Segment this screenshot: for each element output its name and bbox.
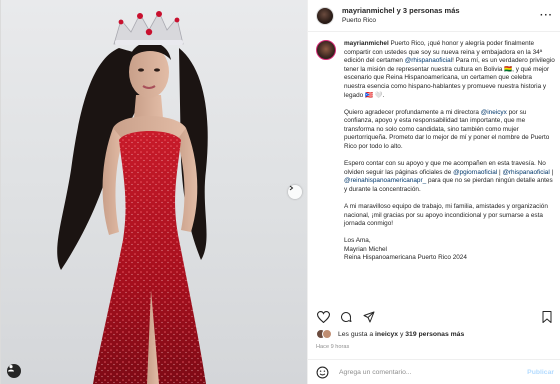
- likes-user[interactable]: ineicyx: [375, 331, 398, 338]
- caption-avatar[interactable]: [316, 40, 336, 60]
- caption-text: mayrianmichel Puerto Rico, ¡qué honor y …: [344, 40, 555, 322]
- chevron-right-icon: [289, 185, 294, 191]
- likes-count[interactable]: 319 personas más: [405, 331, 464, 338]
- mention-link[interactable]: @pgiornaoficial: [453, 169, 497, 176]
- post-photo[interactable]: [1, 0, 307, 384]
- caption-paragraph-4: A mi maravilloso equipo de trabajo, mi f…: [344, 203, 548, 228]
- post-location[interactable]: Puerto Rico: [342, 16, 460, 26]
- caption-username[interactable]: mayrianmichel: [344, 40, 389, 47]
- user-tag-icon: [8, 365, 14, 372]
- avatar[interactable]: [316, 6, 334, 25]
- tagged-users-button[interactable]: [7, 364, 21, 378]
- carousel-next-button[interactable]: [288, 185, 302, 199]
- caption-signature-3: Reina Hispanoamericana Puerto Rico 2024: [344, 254, 467, 262]
- mention-link[interactable]: @rhispanaoficial: [502, 169, 549, 176]
- post-authors[interactable]: mayrianmichel y 3 personas más: [342, 6, 460, 16]
- caption-paragraph-2: Quiero agradecer profundamente a mi dire…: [344, 108, 481, 116]
- post-header: mayrianmichel y 3 personas más Puerto Ri…: [308, 0, 560, 32]
- publish-button[interactable]: Publicar: [527, 369, 554, 376]
- mention-link[interactable]: @rhispanaoficial: [405, 57, 452, 64]
- comment-icon[interactable]: [339, 310, 353, 324]
- likes-summary[interactable]: Les gusta a ineicyx y 319 personas más: [316, 329, 464, 339]
- post-caption: mayrianmichel Puerto Rico, ¡qué honor y …: [316, 40, 555, 322]
- liker-avatar: [322, 329, 332, 339]
- likes-prefix: Les gusta a: [338, 330, 376, 338]
- bookmark-icon[interactable]: [540, 310, 554, 324]
- post-actions: [308, 307, 560, 327]
- mention-link[interactable]: @reinahispanoamericanapr_: [344, 177, 426, 184]
- caption-signature-2: Mayrian Michel: [344, 245, 387, 253]
- comment-input[interactable]: Agrega un comentario...: [339, 369, 412, 376]
- comment-bar: Agrega un comentario... Publicar: [308, 359, 560, 384]
- post-header-text: mayrianmichel y 3 personas más Puerto Ri…: [342, 6, 460, 26]
- more-options-icon[interactable]: ···: [540, 10, 553, 21]
- likes-text: Les gusta a ineicyx y 319 personas más: [338, 331, 464, 338]
- instagram-post-modal: mayrianmichel y 3 personas más Puerto Ri…: [0, 0, 560, 384]
- photo-illustration: [57, 11, 208, 384]
- post-timestamp[interactable]: Hace 9 horas: [316, 344, 349, 350]
- post-side-panel: mayrianmichel y 3 personas más Puerto Ri…: [307, 0, 560, 384]
- emoji-icon[interactable]: [316, 366, 329, 379]
- send-icon[interactable]: [362, 310, 376, 324]
- heart-icon[interactable]: [316, 310, 330, 324]
- mention-link[interactable]: @ineicyx: [481, 109, 507, 116]
- separator: |: [549, 168, 554, 176]
- caption-signature-1: Los Ama,: [344, 237, 371, 245]
